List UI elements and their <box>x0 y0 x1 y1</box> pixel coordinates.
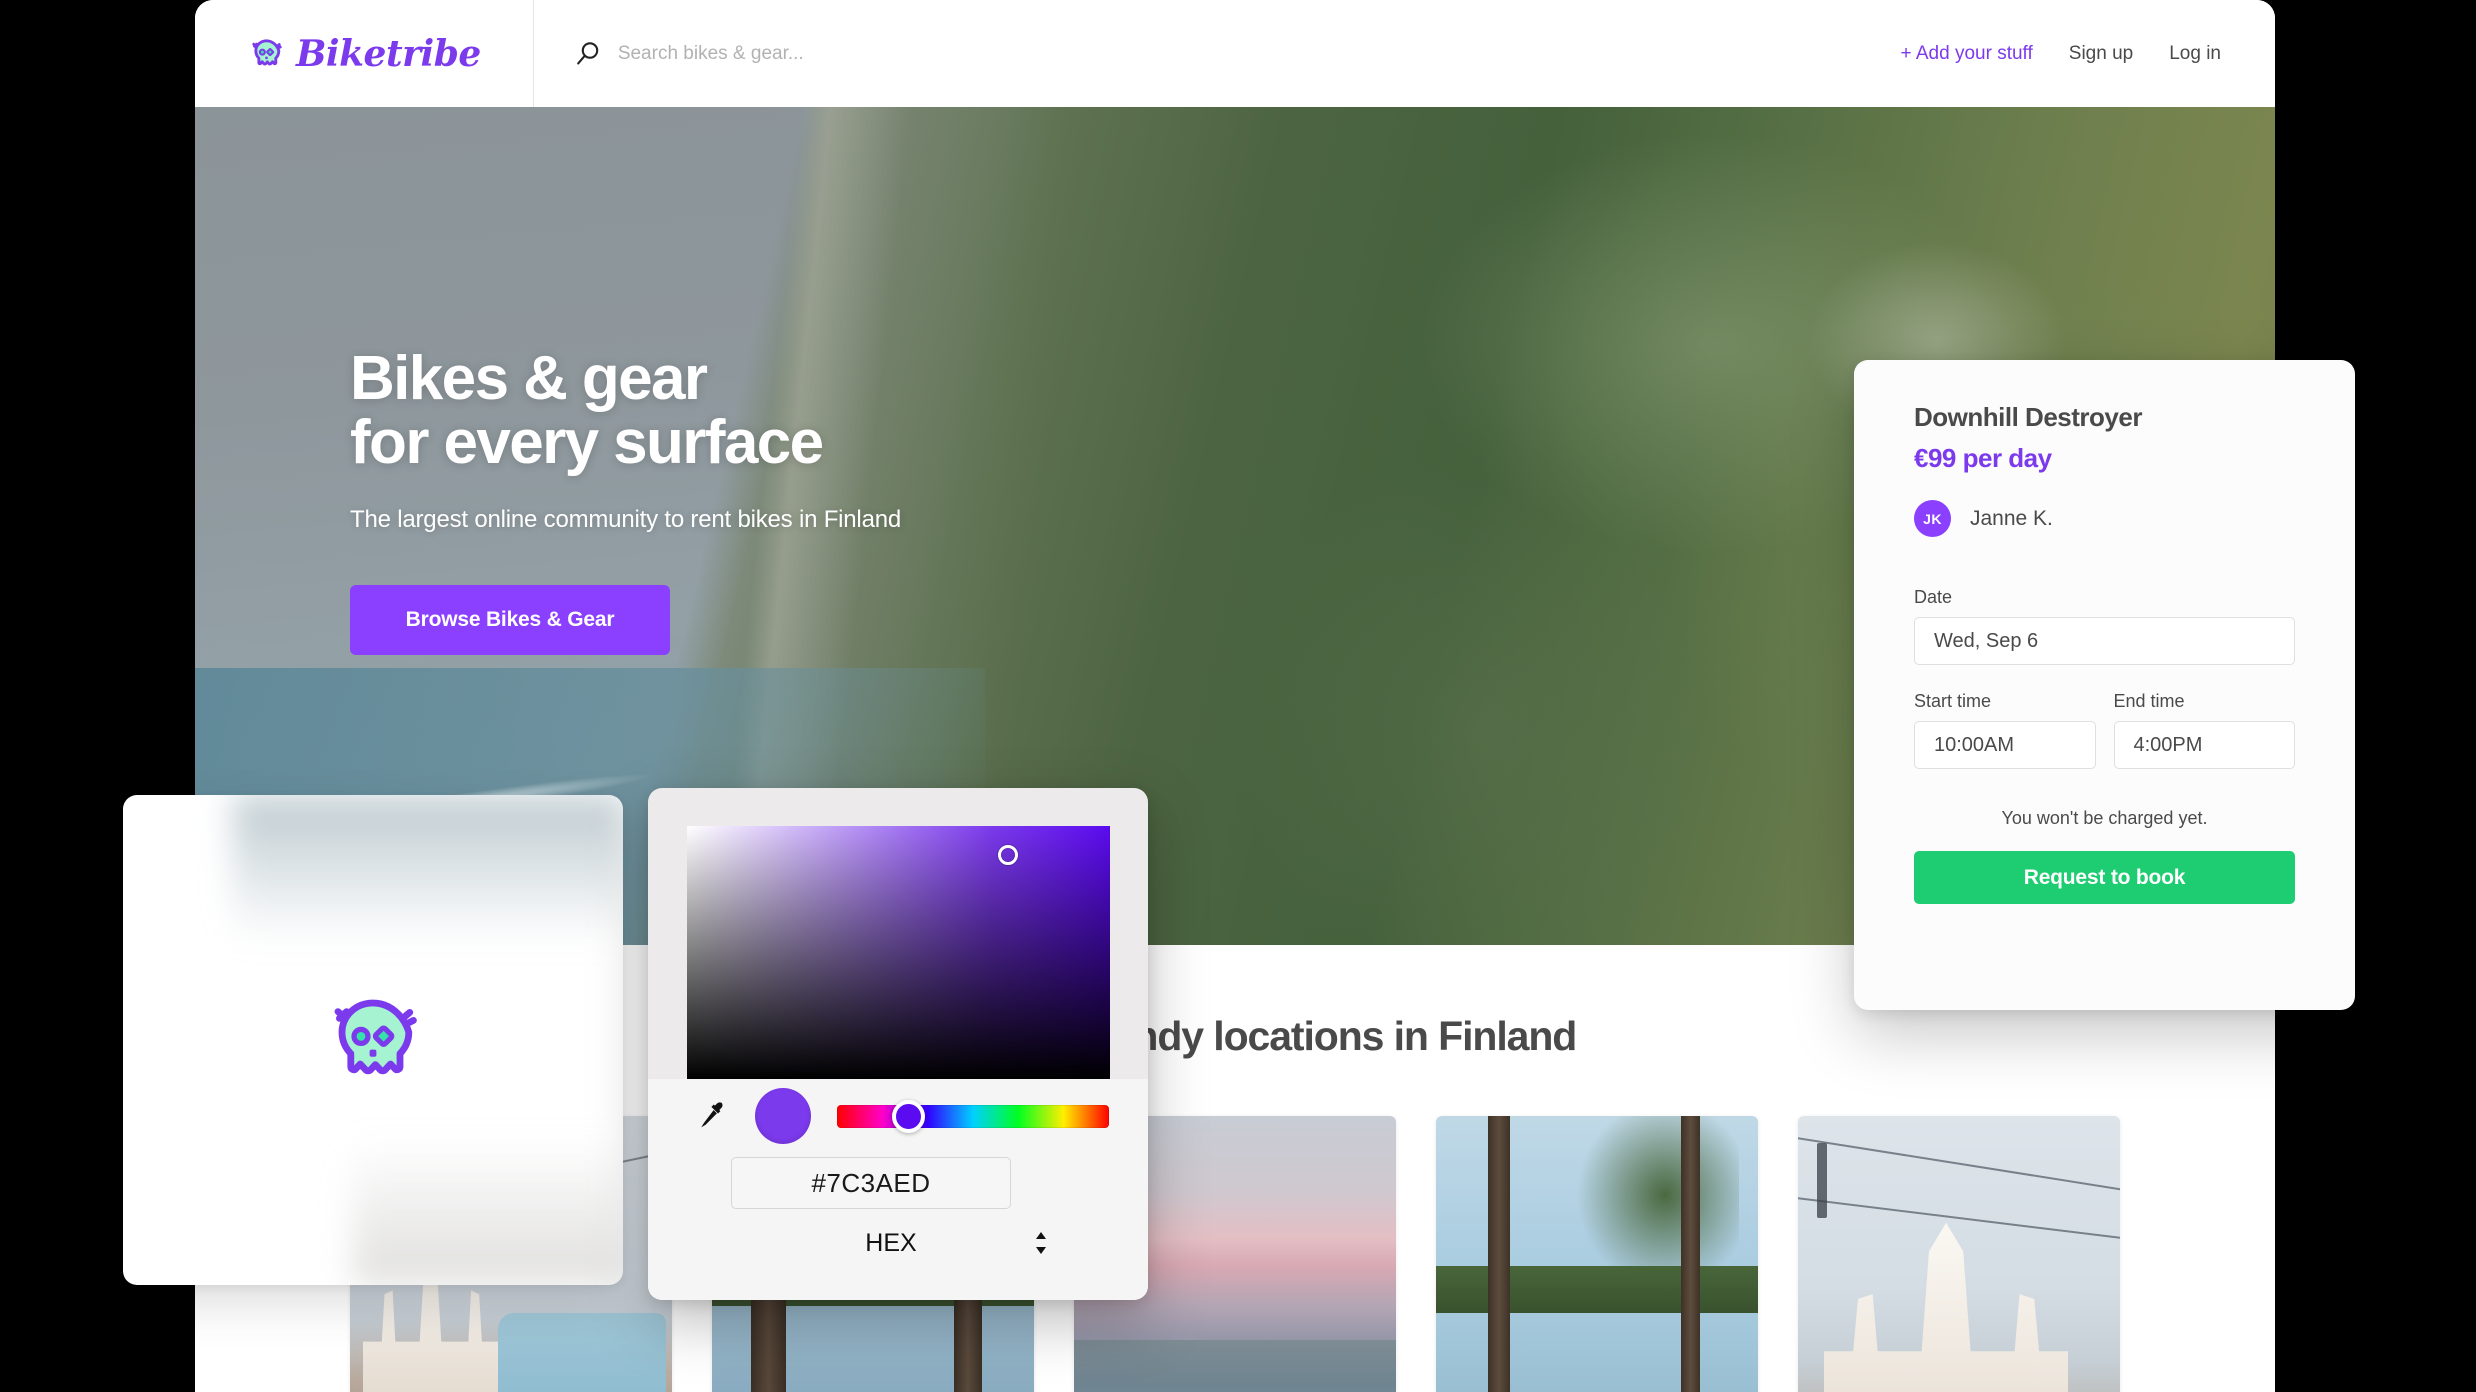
date-field-group: Date Wed, Sep 6 <box>1914 587 2295 665</box>
date-label: Date <box>1914 587 1953 607</box>
date-input[interactable]: Wed, Sep 6 <box>1914 617 2295 665</box>
search-bar[interactable]: Search bikes & gear... <box>575 41 1901 67</box>
end-time-label: End time <box>2113 691 2185 711</box>
location-thumbnail <box>1436 1116 1758 1392</box>
end-time-group: End time 4:00PM <box>2113 691 2295 769</box>
color-format-select[interactable]: HEX <box>731 1221 1051 1265</box>
saturation-value-area[interactable] <box>687 826 1110 1079</box>
card-blur-top <box>233 795 623 942</box>
browse-bikes-button[interactable]: Browse Bikes & Gear <box>350 584 670 655</box>
listing-price: €99 per day <box>1914 443 2052 473</box>
location-card-forest-lake[interactable] <box>1436 1116 1758 1392</box>
site-header: Biketribe Search bikes & gear... + Add y… <box>195 0 2275 107</box>
search-input-placeholder[interactable]: Search bikes & gear... <box>618 43 804 65</box>
skull-icon <box>252 39 282 66</box>
sign-up-link[interactable]: Sign up <box>2069 43 2133 65</box>
screen: Biketribe Search bikes & gear... + Add y… <box>0 0 2476 1392</box>
hex-input[interactable]: #7C3AED <box>731 1157 1011 1209</box>
header-divider <box>532 0 534 107</box>
skull-logo-card <box>123 795 623 1285</box>
hue-slider[interactable] <box>837 1099 1109 1133</box>
hue-slider-handle[interactable] <box>892 1099 925 1133</box>
start-time-label: Start time <box>1914 691 1992 711</box>
color-picker-panel[interactable]: #7C3AED HEX <box>648 788 1148 1300</box>
listing-title: Downhill Destroyer <box>1914 402 2142 432</box>
logo[interactable]: Biketribe <box>250 33 481 75</box>
skull-icon <box>334 999 417 1075</box>
host-name: Janne K. <box>1970 506 2053 530</box>
start-time-group: Start time 10:00AM <box>1914 691 2096 769</box>
current-color-swatch[interactable] <box>755 1088 811 1144</box>
time-field-group: Start time 10:00AM End time 4:00PM <box>1914 691 2295 769</box>
color-picker-top-row <box>687 1079 1109 1153</box>
booking-card: Downhill Destroyer €99 per day JK Janne … <box>1854 360 2355 1010</box>
log-in-link[interactable]: Log in <box>2169 43 2221 65</box>
host-row[interactable]: JK Janne K. <box>1914 500 2295 537</box>
hero-content: Bikes & gear for every surface The large… <box>350 344 902 655</box>
hero-subtitle: The largest online community to rent bik… <box>350 505 902 533</box>
request-to-book-button[interactable]: Request to book <box>1914 851 2295 904</box>
logo-text: Biketribe <box>296 32 481 75</box>
card-blur-bottom <box>353 1138 623 1285</box>
saturation-value-handle[interactable] <box>998 845 1018 865</box>
location-card-helsinki-cathedral-wires[interactable] <box>1798 1116 2120 1392</box>
color-picker-controls: #7C3AED HEX <box>648 1079 1148 1300</box>
avatar: JK <box>1914 500 1951 537</box>
eyedropper-icon[interactable] <box>695 1099 729 1133</box>
charge-note: You won't be charged yet. <box>2001 808 2208 828</box>
color-format-label: HEX <box>865 1228 917 1257</box>
location-thumbnail <box>1798 1116 2120 1392</box>
header-nav: + Add your stuff Sign up Log in <box>1901 43 2221 65</box>
start-time-input[interactable]: 10:00AM <box>1914 721 2096 769</box>
chevron-updown-icon <box>1036 1232 1046 1254</box>
hero-title-line-1: Bikes & gear <box>350 344 708 413</box>
hero-title: Bikes & gear for every surface <box>350 344 901 478</box>
end-time-input[interactable]: 4:00PM <box>2113 721 2295 769</box>
hero-title-line-2: for every surface <box>350 408 824 478</box>
search-icon <box>576 41 599 64</box>
add-your-stuff-link[interactable]: + Add your stuff <box>1901 43 2033 65</box>
